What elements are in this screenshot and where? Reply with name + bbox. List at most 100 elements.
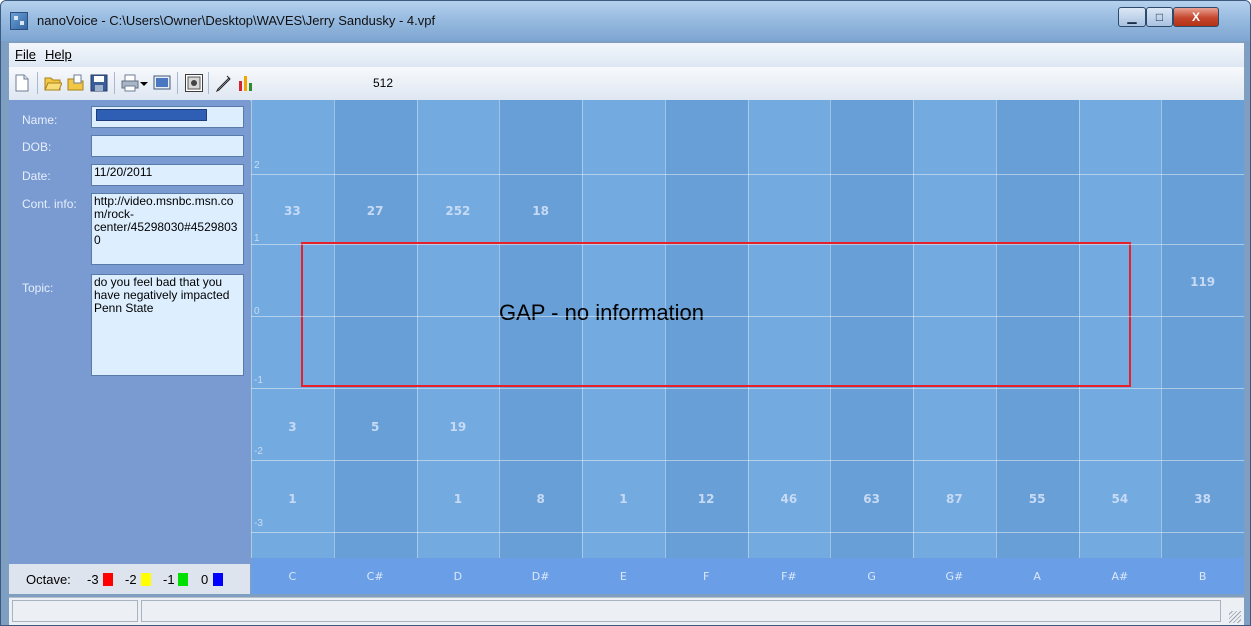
note-label: D# bbox=[531, 570, 550, 583]
octave-legend: Octave: -3 -2 -1 0 bbox=[9, 564, 250, 594]
note-label: F bbox=[702, 570, 710, 583]
note-count: 1 bbox=[619, 492, 628, 506]
maximize-button[interactable]: □ bbox=[1146, 7, 1173, 27]
octave-axis-label: 0 bbox=[254, 306, 260, 317]
toolbar-value: 512 bbox=[373, 76, 394, 90]
print-preview-icon[interactable] bbox=[153, 74, 171, 92]
topic-field[interactable]: do you feel bad that you have negatively… bbox=[91, 274, 244, 376]
date-field[interactable]: 11/20/2011 bbox=[91, 164, 244, 186]
octave-num: -3 bbox=[87, 572, 99, 587]
bar-chart-icon[interactable] bbox=[237, 74, 255, 92]
grid-line bbox=[251, 532, 1244, 533]
notes-row: C C# D D# E F F# G G# A A# B bbox=[251, 558, 1244, 594]
gap-annotation-text: GAP - no information bbox=[499, 300, 705, 325]
status-bar bbox=[9, 597, 1244, 625]
topic-value: do you feel bad that you have negatively… bbox=[94, 275, 230, 315]
app-window: nanoVoice - C:\Users\Owner\Desktop\WAVES… bbox=[0, 0, 1251, 626]
note-label: B bbox=[1198, 570, 1207, 583]
properties-icon[interactable] bbox=[185, 74, 203, 92]
note-label: D bbox=[453, 570, 463, 583]
octave-num: -2 bbox=[125, 572, 137, 587]
window-title: nanoVoice - C:\Users\Owner\Desktop\WAVES… bbox=[37, 13, 436, 28]
octave-swatch-red bbox=[103, 573, 113, 586]
note-count: 38 bbox=[1194, 492, 1211, 506]
toolbar-separator bbox=[208, 72, 209, 94]
menu-help[interactable]: Help bbox=[45, 47, 72, 62]
note-count: 87 bbox=[946, 492, 963, 506]
cont-info-field[interactable]: http://video.msnbc.msn.com/rock-center/4… bbox=[91, 193, 244, 265]
toolbar: 512 bbox=[9, 67, 1244, 101]
gap-annotation: GAP - no information bbox=[301, 242, 1131, 387]
octave-axis-label: -2 bbox=[254, 446, 263, 457]
resize-grip[interactable] bbox=[1229, 611, 1241, 623]
octave-axis-label: -3 bbox=[254, 518, 263, 529]
note-count: 19 bbox=[449, 420, 467, 434]
note-count: 119 bbox=[1190, 275, 1216, 289]
octave-num: -1 bbox=[163, 572, 175, 587]
octave-axis-label: 2 bbox=[254, 160, 260, 171]
name-field[interactable] bbox=[91, 106, 244, 128]
menu-bar: File Help bbox=[9, 43, 1244, 67]
note-label: A bbox=[1033, 570, 1041, 583]
note-count: 55 bbox=[1028, 492, 1046, 506]
note-count: 12 bbox=[697, 492, 715, 506]
topic-label: Topic: bbox=[22, 281, 54, 295]
grid-line bbox=[251, 460, 1244, 461]
pen-icon[interactable] bbox=[214, 74, 232, 92]
octave-num: 0 bbox=[201, 572, 209, 587]
cont-info-label: Cont. info: bbox=[22, 197, 77, 211]
toolbar-separator bbox=[177, 72, 178, 94]
octave-axis-label: -1 bbox=[254, 375, 263, 386]
note-count: 27 bbox=[366, 204, 384, 218]
save-icon[interactable] bbox=[90, 74, 108, 92]
minimize-button[interactable]: ▁ bbox=[1118, 7, 1146, 27]
date-label: Date: bbox=[22, 169, 51, 183]
menu-file[interactable]: File bbox=[15, 47, 36, 62]
note-label: A# bbox=[1111, 570, 1129, 583]
note-label: C bbox=[288, 570, 297, 583]
dob-field[interactable] bbox=[91, 135, 244, 157]
menu-file-label: File bbox=[15, 47, 36, 62]
date-value: 11/20/2011 bbox=[94, 165, 153, 179]
note-label: G bbox=[867, 570, 876, 583]
app-icon[interactable] bbox=[10, 12, 28, 30]
status-pane bbox=[12, 600, 138, 622]
note-count: 5 bbox=[370, 420, 380, 434]
toolbar-separator bbox=[37, 72, 38, 94]
octave-swatch-yellow bbox=[141, 573, 151, 586]
note-label: F# bbox=[781, 570, 797, 583]
status-pane bbox=[141, 600, 1221, 622]
note-count: 252 bbox=[445, 204, 471, 218]
info-panel: Name: DOB: Date: 11/20/2011 Cont. info: … bbox=[9, 100, 250, 594]
dropdown-arrow-icon[interactable] bbox=[139, 74, 149, 92]
grid-line bbox=[251, 316, 1244, 317]
menu-help-label: Help bbox=[45, 47, 72, 62]
note-count: 54 bbox=[1111, 492, 1129, 506]
note-count: 46 bbox=[780, 492, 798, 506]
octave-label: Octave: bbox=[26, 572, 71, 587]
note-label: G# bbox=[945, 570, 964, 583]
dob-label: DOB: bbox=[22, 140, 52, 154]
open-folder-icon[interactable] bbox=[44, 74, 62, 92]
grid-line bbox=[251, 244, 1244, 245]
name-label: Name: bbox=[22, 113, 58, 127]
toolbar-separator bbox=[114, 72, 115, 94]
octave-swatch-green bbox=[178, 573, 188, 586]
new-document-icon[interactable] bbox=[13, 74, 31, 92]
note-count: 8 bbox=[536, 492, 545, 506]
title-bar[interactable]: nanoVoice - C:\Users\Owner\Desktop\WAVES… bbox=[1, 1, 1250, 41]
note-count: 18 bbox=[532, 204, 549, 218]
note-count: 3 bbox=[288, 420, 297, 434]
close-button[interactable]: X bbox=[1173, 7, 1219, 27]
octave-swatch-blue bbox=[213, 573, 223, 586]
print-icon[interactable] bbox=[121, 74, 139, 92]
grid-line bbox=[251, 174, 1244, 175]
cont-info-value: http://video.msnbc.msn.com/rock-center/4… bbox=[94, 194, 238, 247]
note-grid: C C# D D# E F F# G G# A A# B GAP - no information 2… bbox=[251, 100, 1244, 594]
note-count: 33 bbox=[284, 204, 301, 218]
note-count: 1 bbox=[288, 492, 297, 506]
open-file-icon[interactable] bbox=[67, 74, 85, 92]
octave-axis-label: 1 bbox=[254, 233, 260, 244]
name-selection bbox=[96, 109, 207, 121]
note-label: E bbox=[619, 570, 627, 583]
